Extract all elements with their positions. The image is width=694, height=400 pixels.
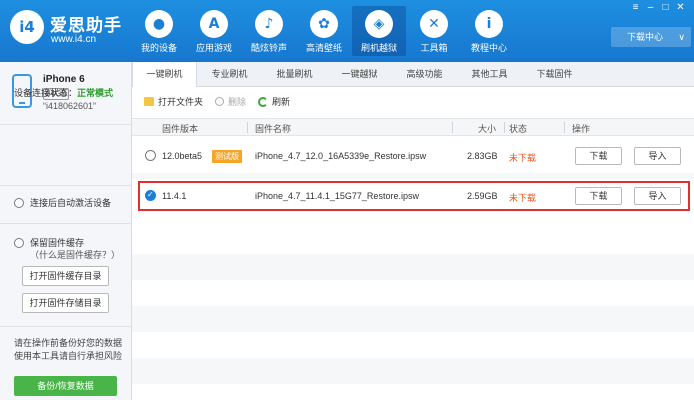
tab-other-tools[interactable]: 其他工具: [457, 62, 522, 87]
divider: [0, 326, 131, 327]
app-store-icon: A: [200, 10, 228, 38]
import-button[interactable]: 导入: [634, 147, 681, 165]
tab-one-click-jailbreak[interactable]: 一键越狱: [327, 62, 392, 87]
i4-logo-icon: i4: [10, 10, 44, 44]
main-nav: ● 我的设备 A 应用游戏 ♪ 酷炫铃声 ✿ 高清壁纸 ◈ 刷机越狱 ✕ 工具箱…: [132, 6, 517, 56]
column-divider: [247, 122, 248, 133]
close-icon[interactable]: ✕: [673, 2, 688, 13]
dropbox-icon: ◈: [365, 10, 393, 38]
nav-toolbox[interactable]: ✕ 工具箱: [407, 6, 461, 56]
nav-label: 刷机越狱: [360, 43, 397, 53]
nav-label: 工具箱: [420, 43, 448, 53]
auto-activate-label: 连接后自动激活设备: [30, 198, 112, 208]
brand-name: 爱思助手: [50, 16, 122, 36]
info-icon: i: [475, 10, 503, 38]
column-divider: [564, 122, 565, 133]
table-row[interactable]: 12.0beta5 测试版 iPhone_4.7_12.0_16A5339e_R…: [132, 139, 694, 173]
backup-warning: 请在操作前备份好您的数据使用本工具请自行承担风险: [14, 338, 123, 361]
col-name: 固件名称: [255, 124, 292, 134]
keep-cache-radio[interactable]: [14, 237, 24, 248]
keep-cache-help-link[interactable]: （什么是固件缓存？）: [30, 248, 120, 261]
folder-icon: [144, 97, 154, 106]
menu-icon[interactable]: ≡: [628, 2, 643, 13]
nav-wallpapers[interactable]: ✿ 高清壁纸: [297, 6, 351, 56]
nav-flash-jailbreak[interactable]: ◈ 刷机越狱: [352, 6, 406, 56]
empty-row: [132, 306, 694, 332]
auto-activate-option[interactable]: 连接后自动激活设备: [14, 196, 111, 209]
tab-advanced[interactable]: 高级功能: [392, 62, 457, 87]
brand-url: www.i4.cn: [51, 34, 97, 45]
toolbox-icon: ✕: [420, 10, 448, 38]
bell-icon: ♪: [255, 10, 283, 38]
column-divider: [504, 122, 505, 133]
apple-icon: ●: [145, 10, 173, 38]
col-version: 固件版本: [162, 124, 199, 134]
flower-icon: ✿: [310, 10, 338, 38]
row-select-radio[interactable]: [145, 150, 156, 161]
nav-label: 我的设备: [140, 43, 177, 53]
tab-pro-flash[interactable]: 专业刷机: [197, 62, 262, 87]
nav-label: 应用游戏: [195, 43, 232, 53]
download-center-label: 下载中心: [627, 32, 664, 42]
open-storage-dir-button[interactable]: 打开固件存储目录: [22, 293, 109, 313]
refresh-icon: [258, 96, 269, 107]
col-action: 操作: [572, 124, 591, 134]
tab-batch-flash[interactable]: 批量刷机: [262, 62, 327, 87]
download-center-button[interactable]: 下载中心 ∨: [611, 27, 691, 47]
nav-label: 酷炫铃声: [250, 43, 287, 53]
tab-one-click-flash[interactable]: 一键刷机: [132, 62, 197, 87]
beta-badge: 测试版: [212, 150, 242, 163]
open-folder-button[interactable]: 打开文件夹: [144, 95, 203, 108]
firmware-size: 2.83GB: [467, 151, 498, 161]
nav-my-device[interactable]: ● 我的设备: [132, 6, 186, 56]
open-folder-label: 打开文件夹: [158, 97, 204, 107]
download-status: 未下载: [509, 153, 537, 163]
download-button[interactable]: 下载: [575, 147, 622, 165]
col-size: 大小: [478, 124, 497, 134]
auto-activate-radio[interactable]: [14, 197, 24, 208]
firmware-table-header: 固件版本 固件名称 大小 状态 操作: [132, 118, 694, 136]
col-status: 状态: [509, 124, 528, 134]
nav-ringtones[interactable]: ♪ 酷炫铃声: [242, 6, 296, 56]
window-controls: ≡ – □ ✕: [628, 2, 688, 13]
column-divider: [452, 122, 453, 133]
nav-label: 高清壁纸: [305, 43, 342, 53]
selection-highlight: [138, 181, 690, 211]
nav-label: 教程中心: [470, 43, 507, 53]
device-name: iPhone 6: [43, 74, 85, 85]
empty-row: [132, 358, 694, 384]
divider: [0, 223, 131, 224]
chevron-down-icon: ∨: [678, 32, 685, 42]
toolbar: 打开文件夹 删除 刷新: [144, 95, 302, 108]
maximize-icon[interactable]: □: [658, 2, 673, 13]
delete-icon: [215, 97, 225, 106]
flash-tabs: 一键刷机 专业刷机 批量刷机 一键越狱 高级功能 其他工具 下载固件: [132, 62, 694, 87]
delete-label: 删除: [228, 97, 247, 107]
nav-apps-games[interactable]: A 应用游戏: [187, 6, 241, 56]
app-header: i4 爱思助手 www.i4.cn ● 我的设备 A 应用游戏 ♪ 酷炫铃声 ✿…: [0, 0, 694, 62]
open-cache-dir-button[interactable]: 打开固件缓存目录: [22, 266, 109, 286]
firmware-name: iPhone_4.7_12.0_16A5339e_Restore.ipsw: [255, 151, 427, 161]
tab-download-firmware[interactable]: 下载固件: [522, 62, 587, 87]
refresh-button[interactable]: 刷新: [258, 95, 290, 108]
backup-restore-button[interactable]: 备份/恢复数据: [14, 376, 117, 396]
nav-tutorials[interactable]: i 教程中心: [462, 6, 516, 56]
connection-status-label: 设备连接状态：: [14, 88, 78, 98]
device-id: “i418062601”: [43, 101, 97, 111]
minimize-icon[interactable]: –: [643, 2, 658, 13]
connection-status-value: 正常模式: [77, 88, 114, 98]
empty-row: [132, 254, 694, 280]
delete-button[interactable]: 删除: [215, 95, 246, 108]
connection-status: 设备连接状态：正常模式: [14, 86, 113, 99]
connection-panel: [0, 126, 131, 186]
refresh-label: 刷新: [272, 97, 291, 107]
firmware-version: 12.0beta5: [162, 151, 203, 161]
